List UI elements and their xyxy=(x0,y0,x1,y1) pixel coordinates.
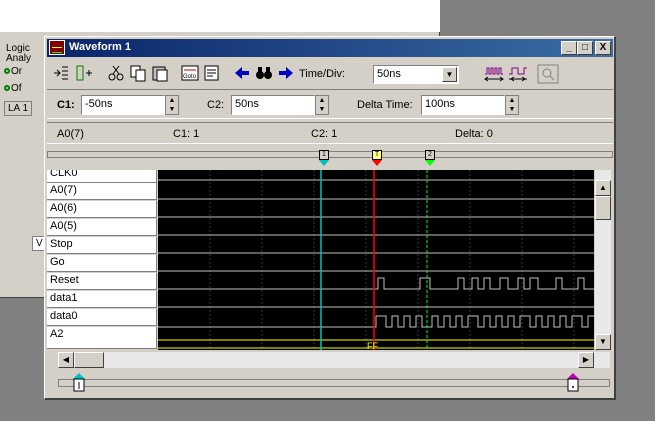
signal-name-stop[interactable]: Stop xyxy=(47,237,157,254)
signal-name-go[interactable]: Go xyxy=(47,255,157,272)
signal-names-panel: CLK0 A0(7) A0(6) A0(5) Stop Go Reset dat… xyxy=(47,170,157,350)
background-radio-off[interactable]: Of xyxy=(4,83,22,94)
goto-text: Goto xyxy=(183,74,197,80)
signal-name-a0-5[interactable]: A0(5) xyxy=(47,219,157,236)
cursor2-marker-label: 2 xyxy=(425,150,435,160)
signal-name-clk0[interactable]: CLK0 xyxy=(47,170,157,183)
overview-track-bar xyxy=(58,379,610,387)
overview-track[interactable] xyxy=(58,373,610,393)
trigger-marker[interactable]: T xyxy=(371,150,383,166)
next-arrow-icon[interactable] xyxy=(275,64,297,84)
close-button[interactable]: X xyxy=(595,41,611,55)
paste-icon[interactable] xyxy=(149,64,171,84)
info-bar: A0(7) C1: 1 C2: 1 Delta: 0 xyxy=(47,122,613,144)
trace-data0 xyxy=(158,315,594,328)
background-window-top xyxy=(0,0,440,32)
cursor1-marker-arrow-icon xyxy=(319,160,329,166)
bus-value-text: FF xyxy=(367,341,378,350)
trace-reset xyxy=(158,277,594,290)
c1-label: C1: xyxy=(57,99,75,111)
scroll-down-icon[interactable]: ▼ xyxy=(595,334,611,350)
time-div-select[interactable]: 50ns ▼ xyxy=(373,65,459,84)
info-delta: Delta: 0 xyxy=(455,128,493,140)
radio-icon xyxy=(4,68,10,75)
scroll-up-icon[interactable]: ▲ xyxy=(595,180,611,196)
vertical-scrollbar[interactable]: ▲ ▼ xyxy=(595,170,611,350)
maximize-button[interactable]: □ xyxy=(577,41,593,55)
c2-input[interactable]: 50ns xyxy=(231,95,315,115)
add-bus-icon[interactable] xyxy=(73,64,95,84)
c1-input[interactable]: -50ns xyxy=(81,95,165,115)
find-binoculars-icon[interactable] xyxy=(253,64,275,84)
delta-time-label: Delta Time: xyxy=(357,99,413,111)
signal-name-data1[interactable]: data1 xyxy=(47,291,157,308)
waveform-app-icon xyxy=(49,40,65,55)
copy-icon[interactable] xyxy=(127,64,149,84)
overview-end-marker-icon[interactable] xyxy=(566,373,580,396)
horizontal-scrollbar[interactable]: ◀ ▶ xyxy=(58,352,610,368)
signal-name-a0-6[interactable]: A0(6) xyxy=(47,201,157,218)
delta-time-input[interactable]: 100ns xyxy=(421,95,505,115)
waveform-canvas: FF xyxy=(158,170,594,350)
background-label-analy: Analy xyxy=(6,53,32,64)
signal-name-a0-7[interactable]: A0(7) xyxy=(47,183,157,200)
previous-arrow-icon[interactable] xyxy=(231,64,253,84)
zoom-out-waveform-icon[interactable] xyxy=(507,64,529,84)
info-signal: A0(7) xyxy=(57,128,84,140)
magnify-icon[interactable] xyxy=(537,64,559,84)
properties-icon[interactable] xyxy=(201,64,223,84)
time-div-value: 50ns xyxy=(377,68,401,80)
background-radio-on[interactable]: Or xyxy=(4,66,22,77)
chevron-down-icon[interactable]: ▼ xyxy=(442,67,457,82)
time-div-label: Time/Div: xyxy=(299,68,346,80)
cursor2-marker[interactable]: 2 xyxy=(424,150,436,166)
vertical-scroll-thumb[interactable] xyxy=(595,196,611,220)
cursor1-marker-label: 1 xyxy=(319,150,329,160)
radio-icon xyxy=(4,85,10,92)
delta-time-spinner[interactable]: ▲ ▼ xyxy=(505,95,519,115)
background-radio-on-label: Or xyxy=(11,66,23,77)
info-c2: C2: 1 xyxy=(311,128,338,140)
goto-icon[interactable]: Goto xyxy=(179,64,201,84)
signal-name-data0[interactable]: data0 xyxy=(47,309,157,326)
scroll-left-icon[interactable]: ◀ xyxy=(58,352,74,368)
trigger-marker-arrow-icon xyxy=(372,160,382,166)
trigger-marker-label: T xyxy=(372,150,382,160)
background-la-box[interactable]: LA 1 xyxy=(4,101,33,116)
marker-track-bar xyxy=(47,151,613,158)
title-bar[interactable]: Waveform 1 _ □ X xyxy=(47,39,613,57)
cut-icon[interactable] xyxy=(105,64,127,84)
cursor1-marker[interactable]: 1 xyxy=(318,150,330,166)
c2-spinner[interactable]: ▲ ▼ xyxy=(315,95,329,115)
minimize-button[interactable]: _ xyxy=(561,41,577,55)
info-c1: C1: 1 xyxy=(173,128,200,140)
c2-label: C2: xyxy=(207,99,225,111)
scroll-right-icon[interactable]: ▶ xyxy=(578,352,594,368)
waveform-display[interactable]: FF xyxy=(158,170,594,350)
zoom-in-waveform-icon[interactable] xyxy=(483,64,505,84)
window-title: Waveform 1 xyxy=(69,41,131,53)
add-signal-icon[interactable] xyxy=(51,64,73,84)
marker-track[interactable]: 1 T 2 xyxy=(47,148,613,168)
cursor-bar: C1: -50ns ▲ ▼ C2: 50ns ▲ ▼ Delta Time: 100… xyxy=(47,89,613,119)
horizontal-scroll-thumb[interactable] xyxy=(74,352,104,368)
c1-spinner[interactable]: ▲ ▼ xyxy=(165,95,179,115)
overview-start-marker-icon[interactable] xyxy=(72,373,86,396)
signal-name-a2[interactable]: A2 xyxy=(47,327,157,349)
background-radio-off-label: Of xyxy=(11,83,22,94)
waveform-window[interactable]: Waveform 1 _ □ X Goto Time/Div: 50ns ▼ C… xyxy=(44,36,616,400)
signal-name-reset[interactable]: Reset xyxy=(47,273,157,290)
cursor2-marker-arrow-icon xyxy=(425,160,435,166)
toolbar: Goto Time/Div: 50ns ▼ xyxy=(47,59,613,87)
